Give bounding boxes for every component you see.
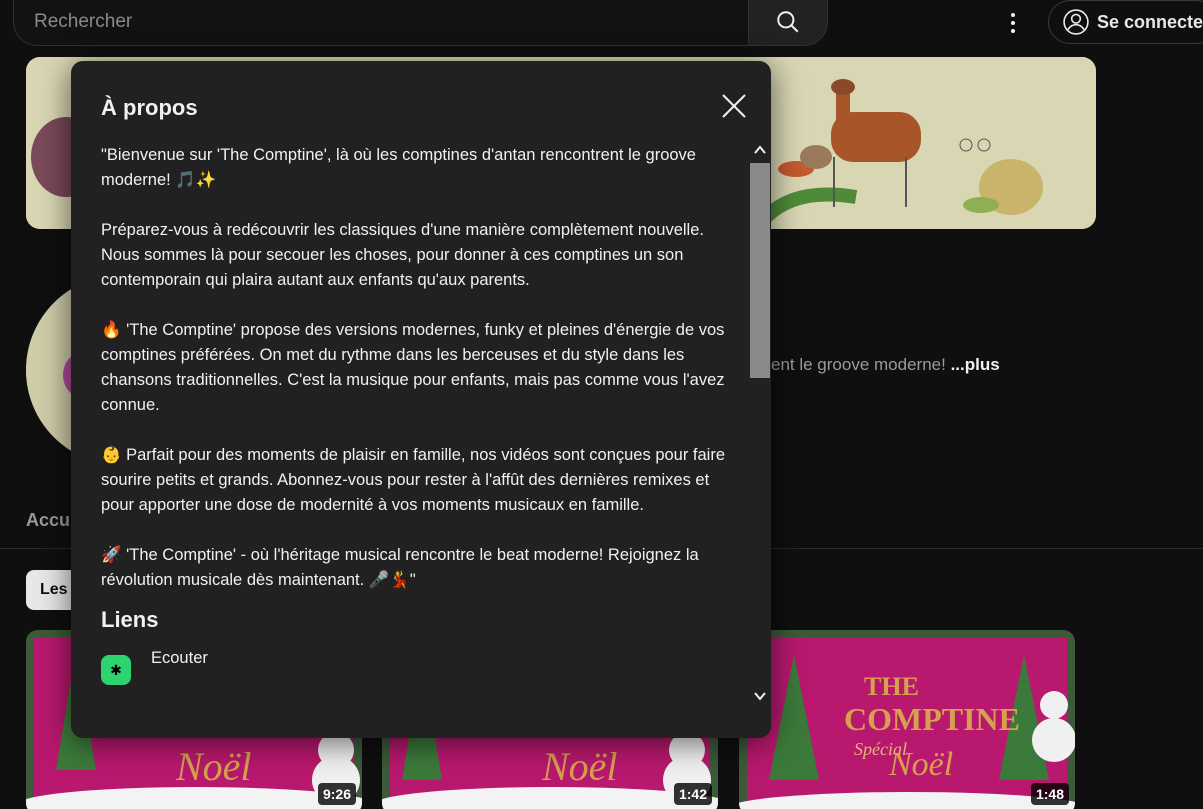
- tab-home[interactable]: Accu: [26, 510, 70, 531]
- search-input[interactable]: [13, 0, 748, 46]
- links-heading: Liens: [101, 607, 159, 632]
- close-icon: [722, 94, 746, 118]
- more-link[interactable]: ...plus: [951, 355, 1000, 374]
- scroll-down-icon[interactable]: [753, 689, 767, 703]
- scroll-thumb[interactable]: [750, 163, 770, 378]
- account-icon: [1063, 9, 1089, 35]
- search-bar: [13, 0, 828, 46]
- about-description: "Bienvenue sur 'The Comptine', là où les…: [101, 146, 726, 589]
- thumbnail-logo-noel: Noël: [888, 746, 953, 783]
- close-button[interactable]: [719, 91, 749, 121]
- thumbnail-logo-comptine: COMPTINE: [844, 701, 1020, 737]
- scrollbar[interactable]: [749, 141, 771, 711]
- link-item[interactable]: ✱ Ecouter: [101, 649, 741, 685]
- dialog-body[interactable]: "Bienvenue sur 'The Comptine', là où les…: [101, 143, 741, 723]
- signin-button[interactable]: Se connecter: [1048, 0, 1203, 44]
- more-options-icon[interactable]: [1003, 8, 1023, 38]
- scroll-up-icon[interactable]: [753, 143, 767, 157]
- search-icon: [777, 11, 799, 33]
- video-duration: 9:26: [317, 783, 356, 805]
- link-label: Ecouter: [151, 649, 208, 667]
- channel-description: ent le groove moderne! ...plus: [771, 355, 1000, 374]
- video-thumbnail[interactable]: THE COMPTINE Spécial Noël 1:48: [739, 630, 1075, 809]
- signin-label: Se connecter: [1097, 11, 1203, 32]
- video-duration: 1:42: [673, 783, 712, 805]
- thumbnail-logo-text: Noël: [175, 744, 252, 789]
- search-button[interactable]: [748, 0, 828, 46]
- thumbnail-logo-text: Noël: [541, 744, 618, 789]
- about-dialog: À propos "Bienvenue sur 'The Comptine', …: [71, 61, 771, 738]
- video-duration: 1:48: [1030, 783, 1069, 805]
- asterisk-icon: ✱: [101, 655, 131, 685]
- thumbnail-logo-the: THE: [864, 672, 919, 701]
- dialog-title: À propos: [101, 95, 198, 120]
